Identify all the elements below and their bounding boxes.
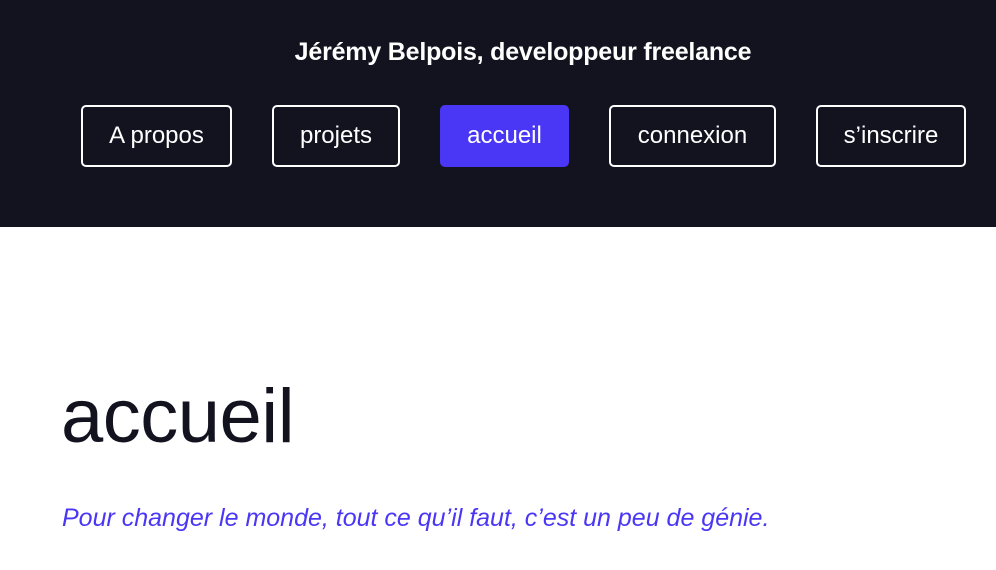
tagline: Pour changer le monde, tout ce qu’il fau… (62, 504, 770, 532)
nav-signup-button[interactable]: s’inscrire (816, 105, 966, 167)
site-header: Jérémy Belpois, developpeur freelance A … (0, 0, 996, 227)
nav-about-button[interactable]: A propos (81, 105, 232, 167)
nav-login-button[interactable]: connexion (609, 105, 776, 167)
nav-projects-button[interactable]: projets (272, 105, 400, 167)
nav-home-button[interactable]: accueil (440, 105, 569, 167)
page-title: accueil (61, 374, 295, 459)
site-title: Jérémy Belpois, developpeur freelance (294, 38, 752, 66)
